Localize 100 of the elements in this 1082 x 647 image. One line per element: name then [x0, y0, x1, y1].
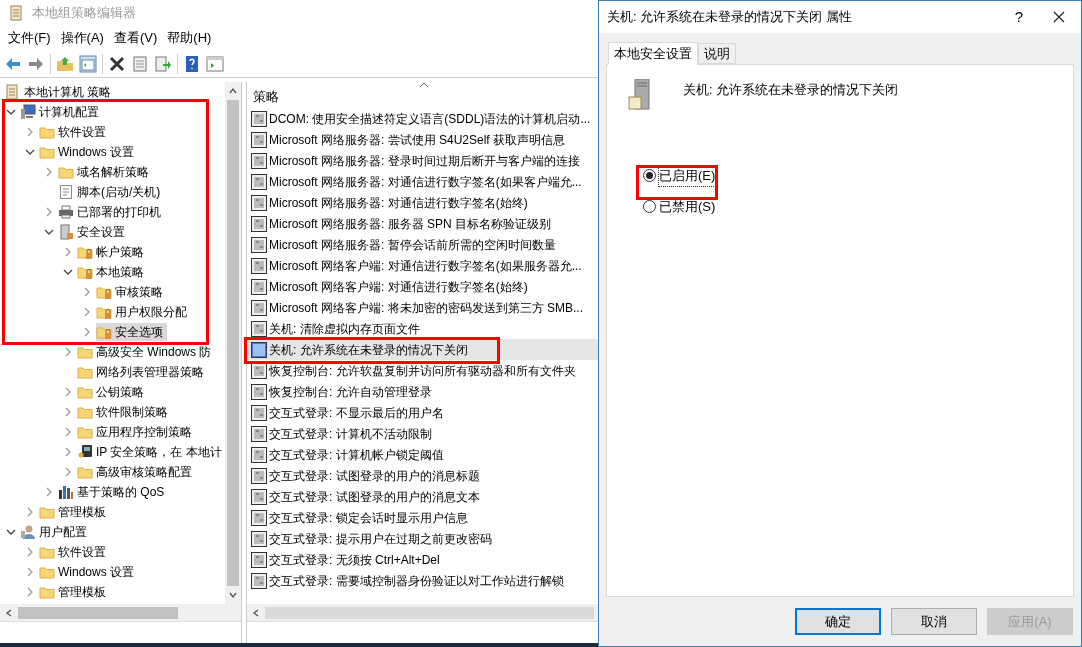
policy-row[interactable]: Microsoft 网络服务器: 对通信进行数字签名(如果客户端允... [247, 171, 598, 192]
chevron-down-icon[interactable] [25, 147, 35, 157]
tree-item[interactable]: 本地策略 [77, 263, 148, 281]
policy-icon [251, 551, 267, 568]
chevron-right-icon[interactable] [44, 167, 54, 177]
tree-item[interactable]: 审核策略 [96, 283, 167, 301]
help-icon[interactable] [183, 54, 201, 73]
sort-up-icon[interactable] [419, 82, 429, 88]
tree-item[interactable]: 计算机配置 [20, 103, 103, 121]
tree-item[interactable]: Windows 设置 [39, 143, 138, 161]
delete-icon[interactable] [108, 54, 126, 73]
tree-item[interactable]: 已部署的打印机 [58, 203, 165, 221]
tree-item[interactable]: 应用程序控制策略 [77, 423, 196, 441]
scroll-left-icon[interactable] [251, 607, 261, 618]
folder-icon [77, 404, 93, 420]
policy-row[interactable]: Microsoft 网络服务器: 登录时间过期后断开与客户端的连接 [247, 150, 598, 171]
policy-row[interactable]: 交互式登录: 计算机不活动限制 [247, 423, 598, 444]
tab[interactable]: 说明 [698, 43, 736, 64]
chevron-down-icon[interactable] [6, 107, 16, 117]
tree-item[interactable]: IP 安全策略，在 本地计 [77, 443, 225, 461]
folder-icon [39, 544, 55, 560]
tree-item[interactable]: 用户配置 [20, 523, 91, 541]
policy-row[interactable]: 关机: 清除虚拟内存页面文件 [247, 318, 598, 339]
chevron-down-icon[interactable] [63, 267, 73, 277]
policy-row[interactable]: 交互式登录: 锁定会话时显示用户信息 [247, 507, 598, 528]
dialog-button[interactable]: 确定 [795, 608, 881, 635]
folder-icon [39, 504, 55, 520]
tree-item[interactable]: 用户权限分配 [96, 303, 191, 321]
close-icon [1053, 11, 1065, 23]
scroll-document-icon [4, 84, 20, 100]
scroll-up-icon[interactable] [228, 86, 238, 96]
policy-row[interactable]: 交互式登录: 试图登录的用户的消息文本 [247, 486, 598, 507]
policy-row[interactable]: 交互式登录: 需要域控制器身份验证以对工作站进行解锁 [247, 570, 598, 591]
policy-row[interactable]: 交互式登录: 无须按 Ctrl+Alt+Del [247, 549, 598, 570]
radio-label[interactable]: 已禁用(S) [659, 196, 716, 216]
tree-item[interactable]: 高级审核策略配置 [77, 463, 196, 481]
tree-item[interactable]: Windows 设置 [39, 563, 138, 581]
policy-row[interactable]: Microsoft 网络服务器: 暂停会话前所需的空闲时间数量 [247, 234, 598, 255]
policy-row[interactable]: Microsoft 网络客户端: 对通信进行数字签名(始终) [247, 276, 598, 297]
folder-icon [39, 144, 55, 160]
folder-up-icon[interactable] [56, 54, 74, 73]
policy-row[interactable]: Microsoft 网络客户端: 将未加密的密码发送到第三方 SMB... [247, 297, 598, 318]
policy-row[interactable]: Microsoft 网络服务器: 对通信进行数字签名(始终) [247, 192, 598, 213]
menu-item[interactable]: 查看(V) [113, 28, 158, 48]
radio-button[interactable] [643, 169, 656, 183]
vertical-scrollbar[interactable] [225, 82, 241, 604]
policy-row[interactable]: 交互式登录: 提示用户在过期之前更改密码 [247, 528, 598, 549]
tree-item[interactable]: 脚本(启动/关机) [58, 183, 165, 201]
policy-icon [251, 488, 267, 505]
chevron-right-icon[interactable] [63, 247, 73, 257]
menu-item[interactable]: 操作(A) [60, 28, 104, 48]
chevron-down-icon[interactable] [44, 227, 54, 237]
tree-item[interactable]: 域名解析策略 [58, 163, 153, 181]
radio-label[interactable]: 已启用(E) [659, 166, 716, 186]
tree-item[interactable]: 公钥策略 [77, 383, 148, 401]
window-title: 本地组策略编辑器 [32, 4, 136, 23]
policy-row[interactable]: Microsoft 网络服务器: 服务器 SPN 目标名称验证级别 [247, 213, 598, 234]
tree-item[interactable]: 安全设置 [58, 223, 129, 241]
menu-item[interactable]: 文件(F) [8, 28, 51, 48]
policy-row[interactable]: 交互式登录: 试图登录的用户的消息标题 [247, 465, 598, 486]
chevron-down-icon[interactable] [6, 527, 16, 537]
tree-item[interactable]: 帐户策略 [77, 243, 148, 261]
tree-item[interactable]: 管理模板 [39, 503, 110, 521]
policy-row[interactable]: Microsoft 网络服务器: 尝试使用 S4U2Self 获取声明信息 [247, 129, 598, 150]
policy-row[interactable]: 交互式登录: 计算机帐户锁定阈值 [247, 444, 598, 465]
tree-item[interactable]: 高级安全 Windows 防 [77, 343, 216, 361]
tree-item[interactable]: 软件设置 [39, 123, 110, 141]
policy-row[interactable]: DCOM: 使用安全描述符定义语言(SDDL)语法的计算机启动... [247, 108, 598, 129]
tree-item[interactable]: 软件设置 [39, 543, 110, 561]
chevron-right-icon[interactable] [44, 207, 54, 217]
scroll-document-icon [8, 5, 24, 21]
policy-row[interactable]: 恢复控制台: 允许软盘复制并访问所有驱动器和所有文件夹 [247, 360, 598, 381]
policy-row[interactable]: 恢复控制台: 允许自动管理登录 [247, 381, 598, 402]
chevron-right-icon[interactable] [25, 127, 35, 137]
tree-root[interactable]: 本地计算机 策略 [24, 83, 112, 101]
locked-folder-icon [96, 304, 112, 320]
export-icon[interactable] [154, 54, 172, 73]
policy-row[interactable]: Microsoft 网络客户端: 对通信进行数字签名(如果服务器允... [247, 255, 598, 276]
tab[interactable]: 本地安全设置 [608, 42, 698, 65]
tree-item[interactable]: 管理模板 [39, 583, 110, 601]
scroll-down-icon[interactable] [228, 590, 238, 600]
column-header[interactable]: 策略 [253, 86, 279, 106]
policy-row[interactable]: 关机: 允许系统在未登录的情况下关闭 [247, 339, 598, 360]
horizontal-scrollbar[interactable] [247, 604, 598, 621]
help-button[interactable]: ? [1001, 3, 1037, 31]
policy-icon [251, 320, 267, 337]
script-icon [58, 184, 74, 200]
action-pane-icon[interactable] [206, 54, 224, 73]
tree-item[interactable]: 网络列表管理器策略 [77, 363, 208, 381]
menu-item[interactable]: 帮助(H) [167, 28, 212, 48]
scroll-left-icon[interactable] [4, 607, 14, 618]
dialog-button[interactable]: 取消 [891, 608, 977, 635]
tree-item[interactable]: 软件限制策略 [77, 403, 172, 421]
tree-pane-icon[interactable] [79, 54, 97, 73]
policy-row[interactable]: 交互式登录: 不显示最后的用户名 [247, 402, 598, 423]
properties-icon[interactable] [131, 54, 149, 73]
tree-item[interactable]: 安全选项 [96, 323, 167, 341]
policy-icon [251, 110, 267, 127]
horizontal-scrollbar[interactable] [0, 604, 241, 621]
tree-item[interactable]: 基于策略的 QoS [58, 483, 169, 501]
